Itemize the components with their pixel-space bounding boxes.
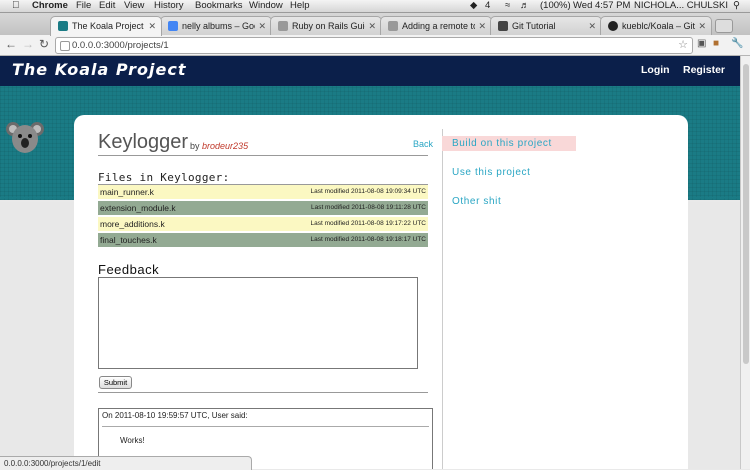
menu-window[interactable]: Window — [249, 0, 283, 12]
file-modified: Last modified 2011-08-08 19:11:28 UTC — [310, 204, 426, 211]
close-icon[interactable]: ✕ — [258, 17, 266, 35]
spotlight-icon[interactable]: ⚲ — [733, 0, 740, 12]
extension-icon[interactable]: ▣ — [697, 37, 706, 51]
tab-favicon — [608, 21, 618, 31]
tab-title: Ruby on Rails Guides: Rails — [292, 21, 365, 31]
url-text[interactable]: 0.0.0.0:3000/projects/1 — [72, 38, 169, 53]
status-bar: 0.0.0.0:3000/projects/1/edit — [0, 456, 252, 470]
file-row[interactable]: extension_module.k Last modified 2011-08… — [98, 201, 428, 215]
file-modified: Last modified 2011-08-08 19:18:17 UTC — [310, 236, 426, 243]
tab-strip: The Koala Project ✕ nelly albums – Googl… — [0, 13, 750, 36]
wifi-icon[interactable]: ≈ — [505, 0, 510, 12]
tab-title: The Koala Project — [72, 21, 144, 31]
menu-history[interactable]: History — [154, 0, 184, 12]
use-project-link[interactable]: Use this project — [452, 165, 531, 180]
close-icon[interactable]: ✕ — [368, 17, 376, 35]
close-icon[interactable]: ✕ — [478, 17, 486, 35]
file-name[interactable]: more_additions.k — [100, 217, 165, 231]
project-card: Keylogger by brodeur235 Back Files in Ke… — [74, 115, 688, 469]
koala-extension-icon[interactable]: ■ — [713, 37, 719, 51]
page-icon — [60, 41, 70, 51]
comment-body: Works! — [120, 436, 145, 445]
by-label: by — [190, 141, 200, 151]
menu-file[interactable]: File — [76, 0, 91, 12]
tab-favicon — [498, 21, 508, 31]
file-name[interactable]: main_runner.k — [100, 185, 154, 199]
feedback-heading: Feedback — [98, 262, 160, 277]
title-divider — [98, 155, 428, 156]
tab-title: Git Tutorial — [512, 21, 556, 31]
battery-status[interactable]: (100%) — [540, 0, 571, 12]
feedback-textarea[interactable] — [98, 277, 418, 369]
feedback-divider — [98, 392, 428, 393]
other-link[interactable]: Other shit — [452, 194, 501, 209]
site-header: The Koala Project Login Register — [0, 56, 740, 86]
menu-bookmarks[interactable]: Bookmarks — [195, 0, 243, 12]
clock[interactable]: Wed 4:57 PM — [573, 0, 630, 12]
comment-divider — [102, 426, 429, 427]
tab-koala-project[interactable]: The Koala Project ✕ — [50, 16, 162, 36]
file-row[interactable]: final_touches.k Last modified 2011-08-08… — [98, 233, 428, 247]
tab-title: Adding a remote to existin — [402, 21, 475, 31]
login-link[interactable]: Login — [641, 64, 670, 76]
new-tab-icon[interactable] — [715, 19, 733, 33]
file-row[interactable]: more_additions.k Last modified 2011-08-0… — [98, 217, 428, 231]
browser-toolbar: ← → ↻ 0.0.0.0:3000/projects/1 ☆ ▣ ■ 🔧 — [0, 35, 750, 56]
byline: by brodeur235 — [190, 141, 248, 151]
tab-title: kueblc/Koala – GitHub — [622, 21, 695, 31]
reload-icon[interactable]: ↻ — [39, 37, 49, 51]
column-divider — [442, 129, 443, 469]
wrench-icon[interactable]: 🔧 — [731, 37, 743, 51]
tab-favicon — [168, 21, 178, 31]
back-link[interactable]: Back — [413, 139, 433, 149]
file-modified: Last modified 2011-08-08 19:17:22 UTC — [310, 220, 426, 227]
close-icon[interactable]: ✕ — [698, 17, 706, 35]
menu-view[interactable]: View — [124, 0, 144, 12]
tab-favicon — [388, 21, 398, 31]
tab-rails-guides[interactable]: Ruby on Rails Guides: Rails ✕ — [270, 16, 382, 36]
koala-logo-icon — [6, 122, 44, 153]
menu-edit[interactable]: Edit — [99, 0, 115, 12]
page-scrollbar[interactable] — [740, 56, 750, 469]
forward-icon[interactable]: → — [22, 37, 34, 51]
file-name[interactable]: extension_module.k — [100, 201, 176, 215]
volume-icon[interactable]: ♬ — [520, 0, 530, 12]
tab-favicon — [278, 21, 288, 31]
close-icon[interactable]: ✕ — [588, 17, 596, 35]
back-icon[interactable]: ← — [5, 37, 17, 51]
submit-button[interactable]: Submit — [99, 376, 132, 389]
project-title: Keylogger — [98, 131, 189, 153]
register-link[interactable]: Register — [683, 64, 725, 76]
badge-count[interactable]: 4 — [485, 0, 490, 12]
file-name[interactable]: final_touches.k — [100, 233, 157, 247]
close-icon[interactable]: ✕ — [148, 17, 156, 35]
star-icon[interactable]: ☆ — [678, 38, 688, 53]
tab-google-search[interactable]: nelly albums – Google Sea ✕ — [160, 16, 272, 36]
user-name[interactable]: NICHOLA... CHULSKI — [634, 0, 728, 12]
address-bar[interactable]: 0.0.0.0:3000/projects/1 ☆ — [55, 37, 693, 54]
menu-help[interactable]: Help — [290, 0, 310, 12]
files-heading: Files in Keylogger: — [98, 171, 230, 184]
build-project-link[interactable]: Build on this project — [442, 136, 576, 151]
tab-git-tutorial[interactable]: Git Tutorial ✕ — [490, 16, 602, 36]
mac-menu-bar:  Chrome File Edit View History Bookmark… — [0, 0, 750, 13]
menu-app-name[interactable]: Chrome — [32, 0, 68, 12]
tab-github[interactable]: kueblc/Koala – GitHub ✕ — [600, 16, 712, 36]
scrollbar-thumb[interactable] — [743, 64, 749, 364]
apple-icon[interactable]:  — [12, 0, 20, 12]
tab-adding-remote[interactable]: Adding a remote to existin ✕ — [380, 16, 492, 36]
comment-meta: On 2011-08-10 19:59:57 UTC, User said: — [102, 411, 248, 420]
tab-title: nelly albums – Google Sea — [182, 21, 255, 31]
file-modified: Last modified 2011-08-08 19:09:34 UTC — [310, 188, 426, 195]
site-title[interactable]: The Koala Project — [12, 60, 186, 79]
tab-favicon — [58, 21, 68, 31]
author-link[interactable]: brodeur235 — [202, 141, 248, 151]
file-row[interactable]: main_runner.k Last modified 2011-08-08 1… — [98, 185, 428, 199]
dropbox-icon[interactable]: ◆ — [470, 0, 477, 12]
